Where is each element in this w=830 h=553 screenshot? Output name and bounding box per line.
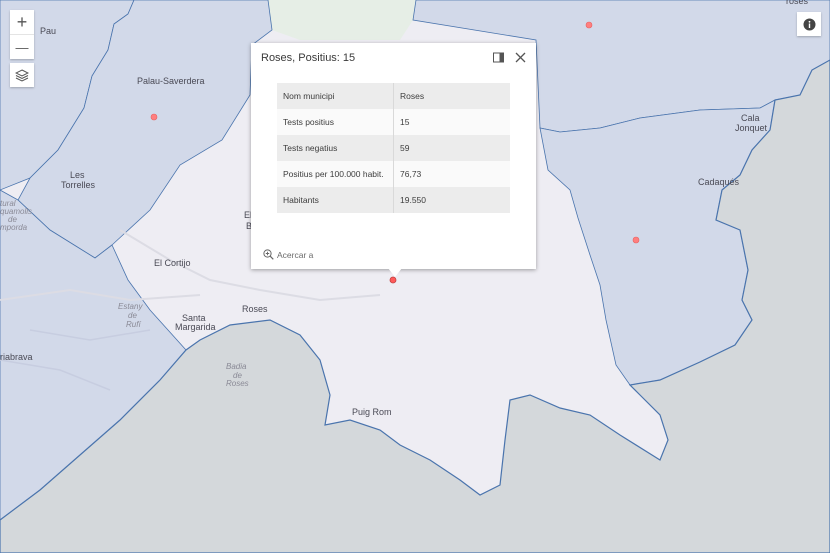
place-label-margarida: Margarida <box>175 322 216 332</box>
attribute-value: 59 <box>393 135 510 161</box>
zoom-controls: + — <box>10 10 34 59</box>
map-view[interactable]: Pau Palau-Saverdera Les Torrelles El B E… <box>0 0 830 553</box>
plus-icon: + <box>16 12 28 32</box>
feature-popup: Roses, Positius: 15 Nom municipi Roses T… <box>251 43 536 277</box>
case-point-cadaques <box>632 236 640 244</box>
place-label-torrelles: Torrelles <box>61 180 96 190</box>
popup-pointer <box>388 268 402 277</box>
place-label-palau-saverdera: Palau-Saverdera <box>137 76 205 86</box>
place-label-cadaques: Cadaqués <box>698 177 740 187</box>
water-label-badia-3: Roses <box>226 379 249 388</box>
table-row: Tests negatius 59 <box>277 135 510 161</box>
attribute-key: Positius per 100.000 habit. <box>277 161 394 187</box>
green-area <box>268 0 416 40</box>
attribute-key: Nom municipi <box>277 83 394 109</box>
place-label-roses: Roses <box>242 304 268 314</box>
table-row: Tests positius 15 <box>277 109 510 135</box>
layers-button[interactable] <box>10 63 34 87</box>
place-label-les: Les <box>70 170 85 180</box>
place-label-jonquet: Jonquet <box>735 123 768 133</box>
water-label-estany-3: Rufí <box>126 320 141 329</box>
zoom-out-button[interactable]: — <box>10 34 34 59</box>
info-button[interactable] <box>797 12 821 36</box>
place-label-pau: Pau <box>40 26 57 36</box>
place-label-roses-top: roses <box>786 0 809 6</box>
attribute-value: 19.550 <box>393 187 510 213</box>
attribute-key: Tests positius <box>277 109 394 135</box>
close-icon[interactable] <box>514 51 527 64</box>
place-label-el-cortijo: El Cortijo <box>154 258 191 268</box>
table-row: Positius per 100.000 habit. 76,73 <box>277 161 510 187</box>
park-label-4: mporda <box>0 223 28 232</box>
attribute-value: 15 <box>393 109 510 135</box>
popup-title: Roses, Positius: 15 <box>261 52 356 64</box>
zoom-in-magnifier-icon <box>263 249 274 260</box>
attribute-key: Tests negatius <box>277 135 394 161</box>
minus-icon: — <box>15 39 29 55</box>
attribute-value: 76,73 <box>393 161 510 187</box>
place-label-cala: Cala <box>741 113 760 123</box>
case-point-palau <box>150 113 158 121</box>
attribute-table: Nom municipi Roses Tests positius 15 Tes… <box>277 83 510 213</box>
attribute-key: Habitants <box>277 187 394 213</box>
case-point-roses <box>389 276 397 284</box>
table-row: Nom municipi Roses <box>277 83 510 109</box>
place-label-puig-rom: Puig Rom <box>352 407 392 417</box>
info-icon <box>803 18 815 30</box>
attribute-value: Roses <box>393 83 510 109</box>
place-label-riabrava: riabrava <box>0 352 33 362</box>
table-row: Habitants 19.550 <box>277 187 510 213</box>
dock-icon[interactable] <box>493 52 504 63</box>
zoom-to-action[interactable]: Acercar a <box>263 249 313 260</box>
layers-icon <box>15 69 29 82</box>
case-point-northeast <box>585 21 593 29</box>
zoom-to-label: Acercar a <box>277 249 314 260</box>
zoom-in-button[interactable]: + <box>10 10 34 34</box>
